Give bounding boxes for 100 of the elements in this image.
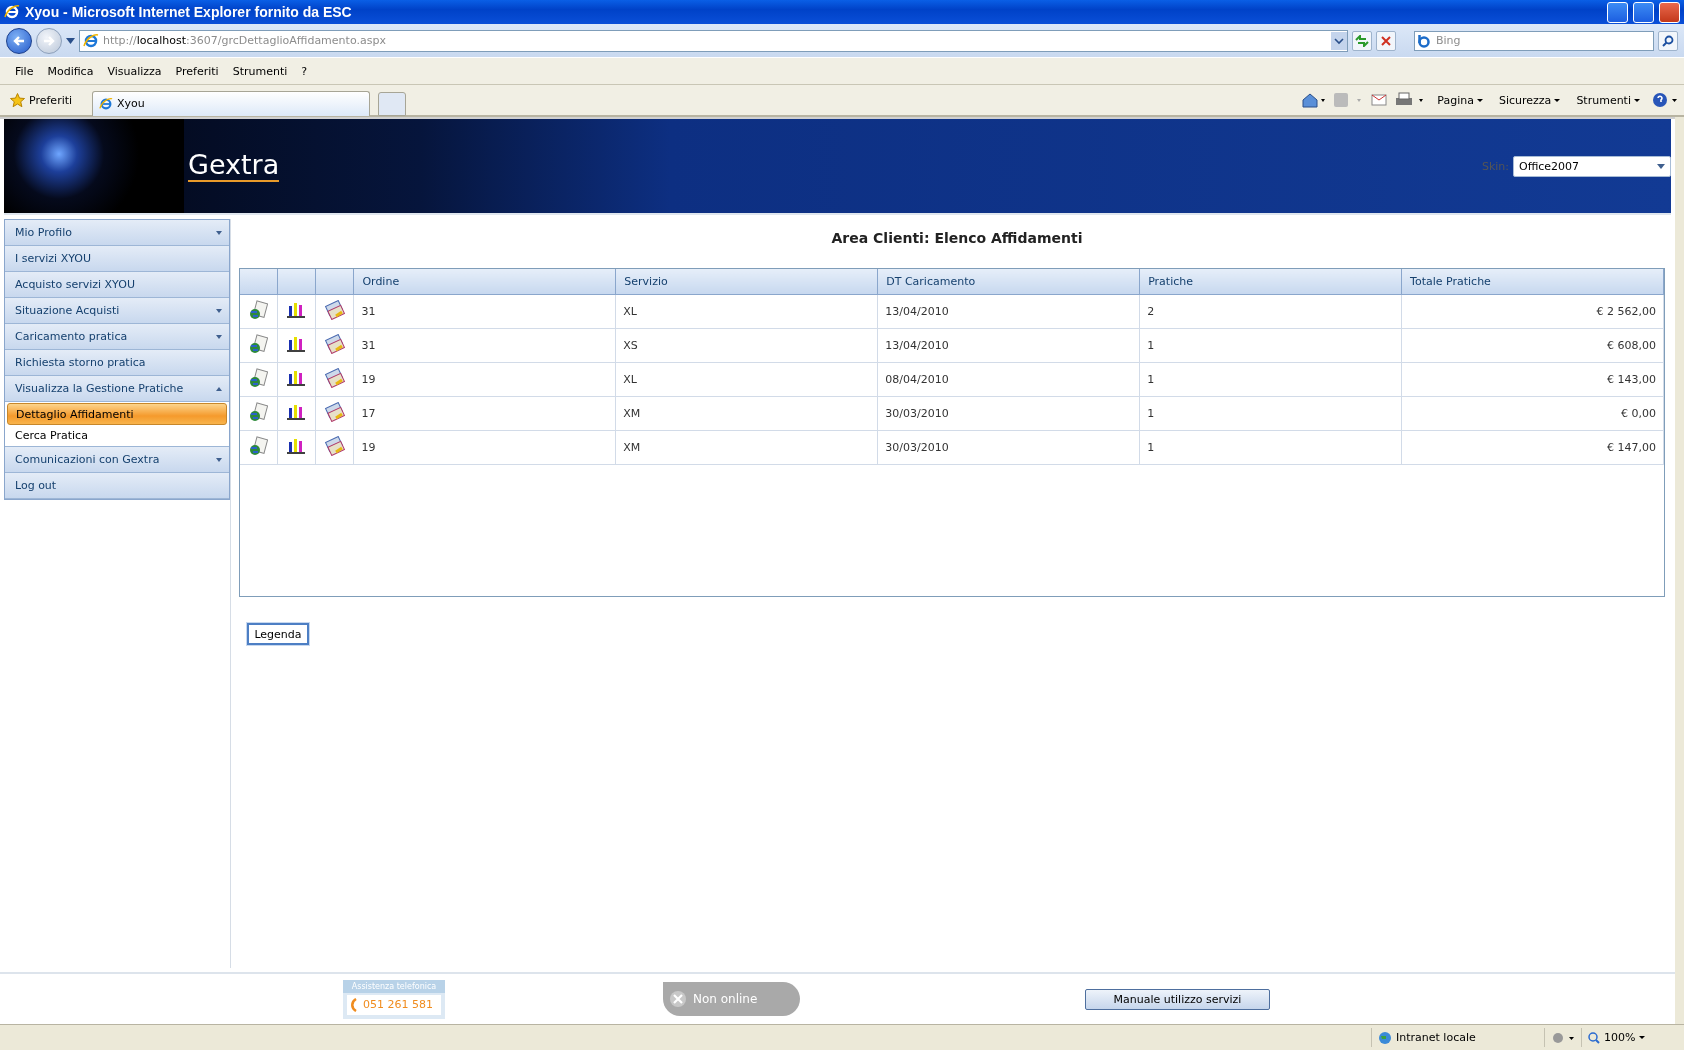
table-cell: € 608,00 — [1401, 328, 1664, 363]
back-arrow-icon — [13, 34, 25, 47]
favorites-label: Preferiti — [29, 93, 73, 107]
refresh-button[interactable] — [1352, 30, 1372, 51]
close-button[interactable] — [1659, 1, 1680, 23]
table-cell: € 0,00 — [1401, 396, 1664, 431]
favorites-button[interactable]: Preferiti — [6, 90, 84, 110]
globe-icon — [1378, 1030, 1392, 1045]
browser-tab[interactable]: Xyou — [92, 90, 370, 116]
page-icon — [99, 96, 113, 111]
tab-label: Xyou — [117, 97, 145, 110]
globe-document-icon[interactable] — [248, 436, 269, 456]
skin-label: Skin: — [1481, 159, 1509, 173]
sidebar-item[interactable]: Acquisto servizi XYOU — [5, 272, 229, 298]
sidebar-item[interactable]: Richiesta storno pratica — [5, 350, 229, 376]
menu-item[interactable]: Preferiti — [168, 62, 226, 80]
sidebar-item[interactable]: Visualizza la Gestione Pratiche — [5, 376, 229, 402]
legend-button[interactable]: Legenda — [247, 623, 309, 645]
home-icon[interactable] — [1301, 92, 1326, 108]
globe-document-icon[interactable] — [248, 300, 269, 320]
column-header[interactable]: Servizio — [615, 269, 878, 295]
globe-document-icon[interactable] — [248, 368, 269, 388]
command-menu[interactable]: Sicurezza — [1494, 93, 1565, 107]
url-text: http://localhost:3607/grcDettaglioAffidamento.aspx — [103, 34, 386, 47]
page-icon — [83, 32, 99, 49]
help-icon[interactable] — [1652, 92, 1678, 108]
column-header[interactable]: Pratiche — [1139, 269, 1402, 295]
dropdown-arrow-icon[interactable] — [66, 37, 75, 44]
manual-button[interactable]: Manuale utilizzo servizi — [1085, 988, 1270, 1010]
phone-support-title: Assistenza telefonica — [343, 979, 445, 993]
menu-item[interactable]: Visualizza — [100, 62, 169, 80]
menu-item[interactable]: ? — [294, 62, 315, 80]
table-cell: 1 — [1139, 328, 1402, 363]
printer-icon[interactable] — [1395, 92, 1426, 108]
column-header — [277, 269, 316, 295]
browser-logo-icon — [4, 4, 20, 20]
globe-document-icon[interactable] — [248, 334, 269, 354]
logo-text: Gextra — [188, 150, 280, 182]
bar-chart-icon[interactable] — [286, 368, 307, 388]
stop-button[interactable] — [1376, 30, 1396, 51]
bar-chart-icon[interactable] — [286, 300, 307, 320]
minimize-button[interactable] — [1607, 1, 1628, 23]
refresh-arrows-icon — [1355, 34, 1369, 47]
table-cell: XM — [615, 430, 878, 465]
banknotes-icon[interactable] — [323, 300, 346, 320]
sidebar-item[interactable]: Situazione Acquisti — [5, 298, 229, 324]
table-cell: 30/03/2010 — [877, 430, 1140, 465]
column-header — [315, 269, 354, 295]
sidebar-item[interactable]: Log out — [5, 473, 229, 499]
banknotes-icon[interactable] — [323, 436, 346, 456]
sidebar-item[interactable]: Mio Profilo — [5, 220, 229, 246]
skin-dropdown[interactable]: Office2007 — [1513, 155, 1671, 177]
table-cell: XS — [615, 328, 878, 363]
banknotes-icon[interactable] — [323, 402, 346, 422]
search-button[interactable] — [1658, 30, 1678, 51]
mail-icon[interactable] — [1371, 94, 1388, 106]
zoom-icon — [1588, 1031, 1600, 1044]
table-cell: 31 — [353, 294, 616, 329]
table-cell: XL — [615, 294, 878, 329]
table-cell: 1 — [1139, 396, 1402, 431]
menu-item[interactable]: Modifica — [40, 62, 101, 80]
command-menu[interactable]: Strumenti — [1572, 93, 1644, 107]
back-button[interactable] — [6, 27, 32, 54]
bar-chart-icon[interactable] — [286, 334, 307, 354]
column-header[interactable]: Ordine — [353, 269, 616, 295]
search-icon — [1662, 34, 1674, 47]
chat-status-text: Non online — [693, 992, 758, 1006]
restore-button[interactable] — [1633, 1, 1654, 23]
search-field[interactable]: Bing — [1414, 30, 1654, 51]
table-cell: € 143,00 — [1401, 362, 1664, 397]
search-engine-logo-icon — [1417, 33, 1431, 48]
phone-handset-icon — [350, 997, 357, 1012]
page-title: Area Clienti: Elenco Affidamenti — [830, 230, 1084, 246]
table-cell: 17 — [353, 396, 616, 431]
skin-value: Office2007 — [1519, 159, 1580, 173]
phone-number: 051 261 581 — [363, 998, 433, 1011]
table-cell: 19 — [353, 430, 616, 465]
sidebar-subitem[interactable]: Cerca Pratica — [7, 425, 227, 445]
sidebar-item[interactable]: Comunicazioni con Gextra — [5, 447, 229, 473]
forward-arrow-icon — [43, 34, 55, 47]
star-icon — [10, 92, 25, 108]
address-field[interactable]: http://localhost:3607/grcDettaglioAffidamento.aspx — [79, 29, 1348, 52]
bar-chart-icon[interactable] — [286, 402, 307, 422]
column-header — [240, 269, 278, 295]
zoom-button[interactable]: 100% — [1581, 1028, 1684, 1047]
globe-document-icon[interactable] — [248, 402, 269, 422]
sidebar-subitem[interactable]: Dettaglio Affidamenti — [7, 403, 227, 425]
column-header[interactable]: Totale Pratiche — [1401, 269, 1664, 295]
banknotes-icon[interactable] — [323, 334, 346, 354]
table-cell: 19 — [353, 362, 616, 397]
column-header[interactable]: DT Caricamento — [877, 269, 1140, 295]
table-cell: XL — [615, 362, 878, 397]
dropdown-arrow-icon — [1657, 163, 1665, 169]
command-menu[interactable]: Pagina — [1433, 93, 1487, 107]
menu-item[interactable]: Strumenti — [225, 62, 295, 80]
sidebar-item[interactable]: I servizi XYOU — [5, 246, 229, 272]
bar-chart-icon[interactable] — [286, 436, 307, 456]
sidebar-item[interactable]: Caricamento pratica — [5, 324, 229, 350]
banknotes-icon[interactable] — [323, 368, 346, 388]
menu-item[interactable]: File — [8, 62, 41, 80]
